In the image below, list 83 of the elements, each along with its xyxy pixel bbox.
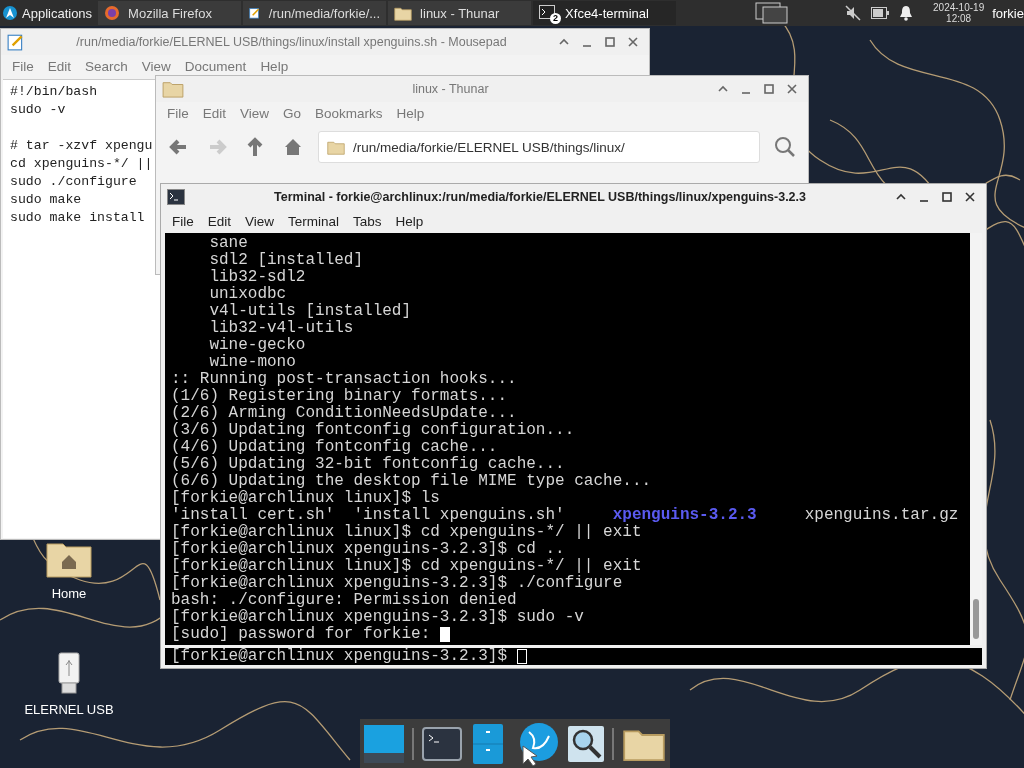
terminal-icon [539,5,558,21]
applications-menu[interactable]: Applications [0,0,99,26]
menu-item[interactable]: Terminal [281,214,347,229]
taskbar-button[interactable]: 2 Xfce4-terminal [533,1,677,25]
notepad-icon [249,5,261,21]
menu-item[interactable]: Document [177,59,254,74]
menu-item[interactable]: Edit [200,214,239,229]
usb-drive-icon [58,652,80,694]
terminal-line: lib32-sdl2 [208,269,306,286]
terminal-text: 'install cert.sh' 'install xpenguins.sh' [171,507,565,524]
terminal-line: bash: ./configure: Permission denied [171,592,517,609]
terminal-line: (4/6) Updating fontconfig cache... [171,439,498,456]
terminal-text: xpenguins.tar.gz [804,507,959,524]
menu-item[interactable]: Edit [40,59,79,74]
battery-icon[interactable] [871,7,890,19]
window-title: linux - Thunar [411,82,490,96]
close-icon[interactable] [786,83,798,95]
maximize-icon[interactable] [604,36,616,48]
menu-item[interactable]: Help [388,214,431,229]
menu-item[interactable]: View [238,214,282,229]
terminal-line: lib32-v4l-utils [208,320,354,337]
search-icon[interactable] [567,725,604,762]
logo [2,5,18,21]
terminal-line: sdl2 [installed] [208,252,364,269]
terminal-text: xpenguins-3.2.3 [612,507,757,524]
menu-item[interactable]: File [5,59,41,74]
terminal-line: [forkie@archlinux xpenguins-3.2.3]$ cd .. [171,541,565,558]
home-folder-icon [46,540,92,578]
terminal-line: (1/6) Registering binary formats... [171,388,508,405]
terminal-line: :: Running post-transaction hooks... [171,371,517,388]
terminal-icon[interactable] [421,726,462,761]
terminal-line: (5/6) Updating 32-bit fontconfig cache... [171,456,565,473]
folder-icon [327,139,345,155]
terminal-line: [forkie@archlinux linux]$ cd xpenguins-*/ || exit [171,558,642,575]
notepad-icon [7,33,25,51]
maximize-icon[interactable] [941,191,953,203]
taskbar-button[interactable]: linux - Thunar [388,1,532,25]
terminal-line: [forkie@archlinux xpenguins-3.2.3]$ ./configure [171,575,623,592]
terminal-line: (3/6) Updating fontconfig configuration... [171,422,575,439]
menu-item[interactable]: View [134,59,178,74]
menu-item[interactable]: File [165,214,201,229]
window-count-badge: 2 [550,13,562,24]
window-title: Terminal - forkie@archlinux:/run/media/forkie/ELERNEL USB/things/linux/xpenguins-3.2.3 [273,190,807,204]
editor-text[interactable]: #!/bin/bash sudo -v # tar -xzvf xpengu cd xpenguins-*/ || sudo ./configure sudo make sudo make install [3,80,160,230]
address-field[interactable]: /run/media/forkie/ELERNEL USB/things/linux/ [318,131,760,163]
menu-item[interactable]: Bookmarks [308,106,390,121]
menu-item[interactable]: File [160,106,196,121]
terminal-line: wine-mono [208,354,296,371]
terminal-line: unixodbc [208,286,287,303]
menu-item[interactable]: Help [389,106,432,121]
show-desktop-icon[interactable] [364,724,404,763]
window-title: /run/media/forkie/ELERNEL USB/things/linux/install xpenguins.sh - Mousepad [75,35,508,49]
bell-icon[interactable] [899,5,914,21]
folder-icon [394,5,413,21]
folder-icon [162,80,184,98]
terminal-line: sane [208,235,248,252]
browser-icon [104,5,121,21]
menu-item[interactable]: Edit [195,106,234,121]
taskbar-button[interactable]: /run/media/forkie/... [243,1,387,25]
menu-item[interactable]: Tabs [346,214,389,229]
terminal-line: (2/6) Arming ConditionNeedsUpdate... [171,405,517,422]
terminal-line: [forkie@archlinux linux]$ ls [171,490,440,507]
close-icon[interactable] [964,191,976,203]
terminal-line: wine-gecko [208,337,306,354]
file-cabinet-icon[interactable] [473,723,504,764]
close-icon[interactable] [627,36,639,48]
maximize-icon[interactable] [763,83,775,95]
menu-item[interactable]: Search [78,59,135,74]
menu-item[interactable]: Go [276,106,309,121]
menu-item[interactable]: Help [253,59,296,74]
terminal-line: v4l-utils [installed] [208,303,412,320]
terminal-icon [167,189,185,205]
terminal-line: [forkie@archlinux xpenguins-3.2.3]$ sudo -v [171,609,584,626]
clock[interactable]: 2024-10-19 12:08 [933,2,985,24]
menu-item[interactable]: View [233,106,277,121]
user-name[interactable]: forkie [992,5,1024,21]
terminal-line: [sudo] password for forkie: [171,626,431,643]
muted-speaker-icon[interactable] [845,5,862,21]
terminal-line: [forkie@archlinux linux]$ cd xpenguins-*/ || exit [171,524,642,541]
terminal-line: (6/6) Updating the desktop file MIME type cache... [171,473,652,490]
taskbar-button[interactable]: Mozilla Firefox [98,1,242,25]
workspace-switcher-icon[interactable] [755,2,790,24]
terminal-line: [forkie@archlinux xpenguins-3.2.3]$ [171,648,508,665]
